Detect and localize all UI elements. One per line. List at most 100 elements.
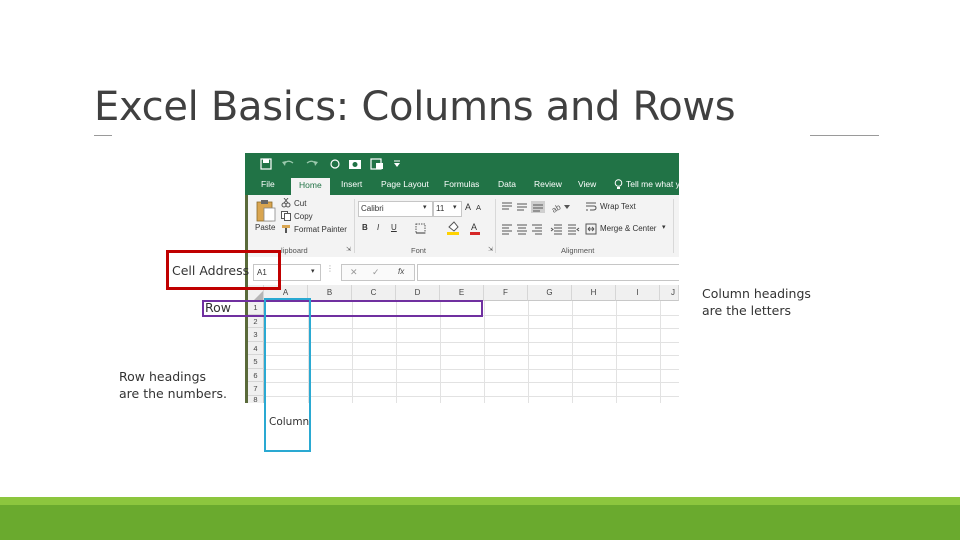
grid-line <box>264 395 679 397</box>
font-size-value: 11 <box>436 204 445 213</box>
column-header-i[interactable]: I <box>616 285 660 301</box>
column-header-c[interactable]: C <box>352 285 396 301</box>
svg-text:ab: ab <box>550 202 563 213</box>
font-group-label: Font <box>411 246 427 255</box>
grid-line <box>528 301 529 403</box>
formula-input[interactable] <box>417 264 679 281</box>
merge-center-icon[interactable] <box>585 223 597 235</box>
group-separator <box>354 199 355 253</box>
row-headings-note-line1: Row headings <box>119 369 207 384</box>
indent-icons[interactable] <box>550 223 580 235</box>
tab-data[interactable]: Data <box>498 179 516 189</box>
cut-button[interactable]: Cut <box>294 199 306 208</box>
grid-line <box>264 355 679 356</box>
paste-button[interactable]: Paste <box>255 223 275 232</box>
row-header-6[interactable]: 6 <box>248 368 264 382</box>
ribbon-home: Paste Cut Copy Format Painter lipboard C… <box>245 195 679 258</box>
cut-icon[interactable] <box>281 198 291 208</box>
title-underline-left <box>94 135 112 136</box>
tab-review[interactable]: Review <box>534 179 562 189</box>
chevron-down-icon[interactable]: ▾ <box>662 223 666 231</box>
orientation-icon[interactable]: ab <box>550 201 570 213</box>
select-all-icon <box>254 291 263 300</box>
spelling-icon[interactable] <box>329 158 341 170</box>
row-header-7[interactable]: 7 <box>248 382 264 396</box>
formula-bar: A1 ▾ ⋮ ✕ ✓ fx <box>245 257 679 286</box>
grid-line <box>616 301 617 403</box>
copy-icon[interactable] <box>281 211 291 221</box>
slide-title: Excel Basics: Columns and Rows <box>94 84 736 130</box>
grid-line <box>264 368 679 370</box>
tab-file[interactable]: File <box>261 179 275 189</box>
column-header-e[interactable]: E <box>440 285 484 301</box>
merge-center-button[interactable]: Merge & Center <box>600 224 656 233</box>
column-header-h[interactable]: H <box>572 285 616 301</box>
format-painter-icon[interactable] <box>281 224 291 234</box>
column-headings-note-line1: Column headings <box>702 286 811 301</box>
column-header-f[interactable]: F <box>484 285 528 301</box>
clipboard-group-label: lipboard <box>281 246 308 255</box>
camera-icon[interactable] <box>348 157 362 170</box>
shrink-font-icon[interactable]: A <box>476 203 481 212</box>
row-highlight <box>202 300 483 317</box>
bold-button[interactable]: B <box>362 223 368 232</box>
redo-icon[interactable] <box>305 158 319 170</box>
enter-icon[interactable]: ✓ <box>372 267 380 278</box>
column-header-j[interactable]: J <box>660 285 679 301</box>
footer-band <box>0 505 960 540</box>
tab-home[interactable]: Home <box>291 178 330 195</box>
italic-button[interactable]: I <box>377 223 379 232</box>
quick-access-toolbar <box>245 153 679 175</box>
wrap-text-icon[interactable] <box>585 201 597 213</box>
font-size-dropdown[interactable]: 11 ▾ <box>433 201 462 217</box>
grid-line <box>572 301 573 403</box>
cell-address-label: Cell Address <box>172 263 250 278</box>
dialog-launcher-icon[interactable]: ⇲ <box>346 246 351 253</box>
insert-function-button[interactable]: fx <box>398 267 404 276</box>
horizontal-align-icons[interactable] <box>500 223 554 235</box>
borders-icon[interactable] <box>415 223 427 235</box>
dialog-launcher-icon[interactable]: ⇲ <box>488 246 493 253</box>
vertical-align-icons[interactable] <box>500 201 546 213</box>
row-header-5[interactable]: 5 <box>248 355 264 369</box>
grid-line <box>264 341 679 343</box>
row-header-8[interactable]: 8 <box>248 395 264 403</box>
format-painter-button[interactable]: Format Painter <box>294 225 347 234</box>
undo-icon[interactable] <box>281 158 295 170</box>
left-crop-edge <box>245 195 248 403</box>
row-headings-note-line2: are the numbers. <box>119 386 227 401</box>
underline-button[interactable]: U <box>391 223 397 232</box>
paste-icon[interactable] <box>255 199 277 223</box>
font-name-dropdown[interactable]: Calibri ▾ <box>358 201 433 217</box>
fill-color-icon[interactable] <box>446 221 462 235</box>
footer-band-light <box>0 497 960 505</box>
column-header-g[interactable]: G <box>528 285 572 301</box>
print-preview-icon[interactable] <box>370 157 384 170</box>
tab-insert[interactable]: Insert <box>341 179 362 189</box>
font-name-value: Calibri <box>361 204 384 213</box>
font-color-icon[interactable]: A <box>469 221 483 235</box>
copy-button[interactable]: Copy <box>294 212 313 221</box>
tell-me-search[interactable]: Tell me what y <box>626 179 679 189</box>
alignment-group-label: Alignment <box>561 246 595 255</box>
chevron-down-icon: ▾ <box>453 204 457 211</box>
row-header-3[interactable]: 3 <box>248 328 264 342</box>
row-label: Row <box>205 300 231 315</box>
ribbon-tabs: File Home Insert Page Layout Formulas Da… <box>245 175 679 195</box>
tab-formulas[interactable]: Formulas <box>444 179 479 189</box>
column-headings-note-line2: are the letters <box>702 303 791 318</box>
customize-toolbar-icon[interactable] <box>393 160 401 168</box>
grow-font-icon[interactable]: A <box>465 202 471 212</box>
grid-line <box>264 328 679 329</box>
more-options-icon[interactable]: ⋮ <box>326 264 334 273</box>
cancel-icon[interactable]: ✕ <box>350 267 358 278</box>
row-header-4[interactable]: 4 <box>248 341 264 355</box>
column-header-b[interactable]: B <box>308 285 352 301</box>
group-separator <box>673 199 674 253</box>
tab-view[interactable]: View <box>578 179 596 189</box>
chevron-down-icon: ▾ <box>423 204 427 211</box>
tab-page-layout[interactable]: Page Layout <box>381 179 429 189</box>
save-icon[interactable] <box>260 158 272 170</box>
wrap-text-button[interactable]: Wrap Text <box>600 202 636 211</box>
column-header-d[interactable]: D <box>396 285 440 301</box>
